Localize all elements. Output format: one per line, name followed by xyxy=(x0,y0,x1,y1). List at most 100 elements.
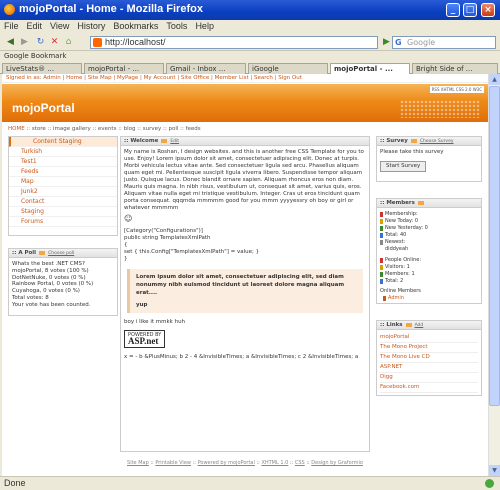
maximize-button[interactable]: □ xyxy=(463,3,477,17)
status-bar: Done xyxy=(0,476,500,490)
tab-gmail[interactable]: Gmail - Inbox ... xyxy=(166,63,246,74)
quote-text: Lorem ipsum dolor sit amet, consectetuer… xyxy=(136,274,345,296)
vertical-scrollbar[interactable]: ▲ ▼ xyxy=(488,74,500,476)
menu-image-gallery[interactable]: image gallery xyxy=(53,126,91,132)
site-top-links[interactable]: Signed in as: Admin | Home | Site Map | … xyxy=(2,74,488,83)
new-today: New Today: 0 xyxy=(385,218,419,224)
menu-history[interactable]: History xyxy=(73,20,109,31)
link-item[interactable]: Digg xyxy=(380,373,478,383)
menu-survey[interactable]: survey xyxy=(143,126,162,132)
membership-line: Membership: xyxy=(380,211,478,218)
banner-dot-pattern xyxy=(400,100,480,118)
menu-home[interactable]: HOME xyxy=(8,126,25,132)
menu-help[interactable]: Help xyxy=(191,20,218,31)
people-online-label: People Online: xyxy=(385,256,422,263)
search-placeholder: Google xyxy=(407,38,436,47)
navigation-toolbar: ◀ ▶ ↻ ✕ ⌂ http://localhost/ ▶ G Google xyxy=(0,34,500,51)
menu-view[interactable]: View xyxy=(46,20,73,31)
poll-result: DotNetNuke, 0 votes (0 %) xyxy=(12,274,86,281)
welcome-edit-link[interactable]: Edit xyxy=(170,139,179,144)
menu-edit[interactable]: Edit xyxy=(23,20,47,31)
menu-events[interactable]: events xyxy=(98,126,117,132)
menu-tools[interactable]: Tools xyxy=(162,20,191,31)
poll-box: :: A Poll Choose poll Whats the best .NET… xyxy=(8,248,118,316)
code-line: set { this.Config["TemplatesXmlPath"] = … xyxy=(124,249,260,255)
welcome-title: :: Welcome xyxy=(124,138,159,144)
blockquote: Lorem ipsum dolor sit amet, consectetuer… xyxy=(127,269,363,313)
site-logo[interactable]: mojoPortal xyxy=(12,101,75,115)
tab-mojoportal-active[interactable]: mojoPortal - ... xyxy=(330,63,410,74)
sidenav-contact[interactable]: Contact xyxy=(9,197,117,207)
link-item[interactable]: mojoPortal xyxy=(380,333,478,343)
aspnet-logo-main: ASP.net xyxy=(128,336,159,346)
membership-icon xyxy=(380,212,383,217)
poll-total: Total votes: 8 xyxy=(12,294,49,301)
close-button[interactable]: × xyxy=(481,3,495,17)
footer-printable[interactable]: Printable View xyxy=(155,460,191,466)
menu-feeds[interactable]: feeds xyxy=(186,126,201,132)
sidenav-staging[interactable]: Staging xyxy=(9,207,117,217)
link-item[interactable]: The Mono Project xyxy=(380,343,478,353)
person-icon xyxy=(380,226,383,231)
address-bar[interactable]: http://localhost/ xyxy=(90,36,378,49)
footer-xhtml[interactable]: XHTML 1.0 xyxy=(261,460,288,466)
sidenav-feeds[interactable]: Feeds xyxy=(9,167,117,177)
footer-site-map[interactable]: Site Map xyxy=(127,460,149,466)
search-input[interactable]: G Google xyxy=(392,36,496,49)
sidenav-test1[interactable]: Test1 xyxy=(9,157,117,167)
link-item[interactable]: ASP.NET xyxy=(380,363,478,373)
total-online-count: Total: 2 xyxy=(385,277,404,284)
site-banner: mojoPortal RSS XHTML CSS 2.0 W3C xyxy=(2,84,488,122)
reload-icon[interactable]: ↻ xyxy=(34,36,47,49)
choose-poll-link[interactable]: Choose poll xyxy=(48,251,74,256)
footer-powered[interactable]: Powered by mojoPortal xyxy=(198,460,255,466)
stop-icon[interactable]: ✕ xyxy=(48,36,61,49)
menu-bookmarks[interactable]: Bookmarks xyxy=(109,20,162,31)
tab-livestats[interactable]: LiveStats® ... xyxy=(2,63,82,74)
menu-store[interactable]: store xyxy=(32,126,46,132)
choose-survey-link[interactable]: Choose Survey xyxy=(420,139,454,144)
sidenav-forums[interactable]: Forums xyxy=(9,217,117,227)
online-admin-link[interactable]: Admin xyxy=(388,295,404,302)
people-online-line: People Online: xyxy=(380,257,478,264)
scroll-up-arrow-icon[interactable]: ▲ xyxy=(489,74,500,85)
home-icon[interactable]: ⌂ xyxy=(62,36,75,49)
side-navigation: Content Staging Turkish Test1 Feeds Map … xyxy=(8,136,118,236)
sidenav-content-staging[interactable]: Content Staging xyxy=(9,137,117,147)
sidenav-junk2[interactable]: Junk2 xyxy=(9,187,117,197)
add-link[interactable]: Add xyxy=(415,323,424,328)
members-header: :: Members xyxy=(377,199,481,208)
person-icon xyxy=(380,233,383,238)
newest-member[interactable]: diddyeah xyxy=(380,246,478,254)
menu-blog[interactable]: blog xyxy=(124,126,136,132)
sidenav-map[interactable]: Map xyxy=(9,177,117,187)
scrollbar-thumb[interactable] xyxy=(489,86,500,406)
firefox-icon xyxy=(4,4,15,15)
tab-igoogle[interactable]: iGoogle xyxy=(248,63,328,74)
poll-result: Rainbow Portal, 0 votes (0 %) xyxy=(12,281,94,288)
google-bookmark-item[interactable]: Google Bookmark xyxy=(4,52,66,60)
menu-poll[interactable]: poll xyxy=(168,126,178,132)
aspnet-logo[interactable]: POWERED BY ASP.net xyxy=(124,330,166,348)
boy-text: boy i like it mmkk huh xyxy=(124,319,186,325)
tab-bright-side[interactable]: Bright Side of ... xyxy=(412,63,498,74)
footer-css[interactable]: CSS xyxy=(295,460,305,466)
code-line: public string TemplatesXmlPath xyxy=(124,235,211,241)
footer-design[interactable]: Design by Graformio xyxy=(311,460,363,466)
back-arrow-icon[interactable]: ◀ xyxy=(4,36,17,49)
menu-file[interactable]: File xyxy=(0,20,23,31)
person-icon xyxy=(383,296,386,301)
newest-line: Newest: xyxy=(380,239,478,246)
tab-mojoportal-1[interactable]: mojoPortal - ... xyxy=(84,63,164,74)
scroll-down-arrow-icon[interactable]: ▼ xyxy=(489,465,500,476)
person-icon xyxy=(380,271,383,277)
links-title: :: Links xyxy=(380,322,403,328)
forward-arrow-icon[interactable]: ▶ xyxy=(18,36,31,49)
person-icon xyxy=(380,240,383,245)
link-item[interactable]: Facebook.com xyxy=(380,383,478,393)
minimize-button[interactable]: _ xyxy=(446,3,460,17)
start-survey-button[interactable]: Start Survey xyxy=(380,160,427,172)
sidenav-turkish[interactable]: Turkish xyxy=(9,147,117,157)
members-icon xyxy=(417,200,424,205)
link-item[interactable]: The Mono Live CD xyxy=(380,353,478,363)
